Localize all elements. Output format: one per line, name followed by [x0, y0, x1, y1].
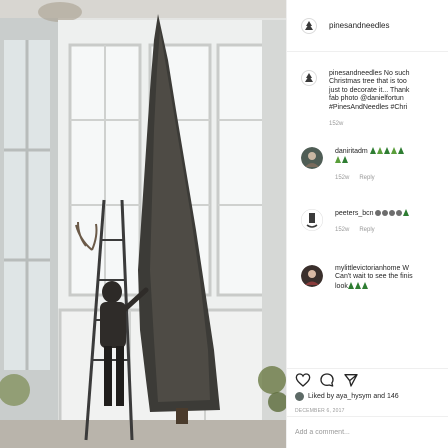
heart-icon[interactable]: [295, 372, 311, 388]
comment-timestamp[interactable]: 152w: [335, 226, 349, 234]
likes-summary[interactable]: Liked by aya_hysym and 146: [295, 392, 399, 401]
caption-line: just to decorate it... Thank: [329, 86, 410, 94]
likes-text[interactable]: Liked by aya_hysym and 146: [308, 393, 399, 400]
caption-line: Christmas tree that is too: [329, 78, 407, 86]
comment-row: peeters_bcn 152w Reply: [287, 209, 448, 235]
tree-icon: [397, 147, 404, 154]
comment-text: look: [335, 282, 348, 290]
ornament-icon: [396, 210, 403, 216]
comment-row: mylittlevictorianhome W Can't wait to se…: [287, 265, 448, 291]
tree-icon: [383, 147, 390, 154]
tree-icon: [342, 156, 348, 164]
pine-logo-icon: [305, 73, 313, 82]
post-photo-image: [0, 0, 286, 448]
reply-button[interactable]: Reply: [359, 174, 374, 182]
commenter-avatar[interactable]: [301, 209, 323, 231]
tree-icon: [376, 147, 383, 154]
caption-row: pinesandneedles No such Christmas tree t…: [287, 70, 448, 128]
tree-icon: [361, 281, 368, 289]
comment-username[interactable]: daniritadm: [335, 148, 368, 155]
liker-avatar[interactable]: [295, 392, 304, 401]
comment-username[interactable]: mylittlevictorianhome: [335, 265, 400, 272]
tree-icon: [335, 156, 341, 164]
post-header: pinesandneedles: [287, 0, 448, 52]
author-avatar[interactable]: [301, 17, 317, 34]
comment-body: daniritadm 152w Reply: [335, 147, 405, 182]
comment-username[interactable]: peeters_bcn: [335, 210, 374, 217]
action-bar: [287, 368, 448, 390]
comment-row: daniritadm 152w Reply: [287, 147, 448, 182]
post-date[interactable]: DECEMBER 6, 2017: [295, 408, 345, 414]
tree-icon: [369, 147, 376, 154]
caption-hashtags[interactable]: #PinesAndNeedles #Chri: [329, 104, 410, 112]
add-comment-input[interactable]: [295, 429, 435, 436]
commenter-avatar[interactable]: [301, 265, 323, 287]
tree-icon: [354, 281, 361, 289]
caption-meta: 152w: [329, 120, 410, 128]
comment-body: mylittlevictorianhome W Can't wait to se…: [335, 265, 413, 291]
caption-line: No such: [383, 70, 410, 77]
commenter-avatar[interactable]: [301, 147, 323, 169]
comments-list[interactable]: pinesandneedles No such Christmas tree t…: [287, 52, 448, 362]
tree-icon: [403, 209, 410, 216]
pine-logo-icon: [305, 20, 313, 30]
caption-body: pinesandneedles No such Christmas tree t…: [329, 70, 410, 128]
caption-avatar[interactable]: [301, 70, 317, 86]
header-username[interactable]: pinesandneedles: [329, 21, 390, 30]
comment-text: Can't wait to see the finis: [335, 273, 413, 281]
add-comment-bar: [287, 416, 448, 448]
tree-icon: [390, 147, 397, 154]
tree-icon: [347, 281, 354, 289]
post-photo[interactable]: [0, 0, 286, 448]
comment-meta: 152w Reply: [335, 174, 405, 182]
comment-icon[interactable]: [319, 372, 335, 388]
caption-line: fab photo @danielfortun: [329, 95, 404, 103]
ornament-icon: [389, 210, 396, 216]
caption-timestamp[interactable]: 152w: [329, 120, 343, 128]
ornament-icon: [382, 210, 389, 216]
comment-meta: 152w Reply: [335, 226, 410, 234]
ornament-icon: [375, 210, 382, 216]
comment-body: peeters_bcn 152w Reply: [335, 209, 410, 235]
comment-timestamp[interactable]: 152w: [335, 174, 349, 182]
comment-text: W: [402, 265, 409, 272]
reply-button[interactable]: Reply: [359, 226, 374, 234]
post-side-panel: pinesandneedles pinesandneedles No such …: [286, 0, 448, 448]
caption-username[interactable]: pinesandneedles: [329, 70, 382, 77]
instagram-post: pinesandneedles pinesandneedles No such …: [0, 0, 448, 448]
share-icon[interactable]: [343, 372, 359, 388]
